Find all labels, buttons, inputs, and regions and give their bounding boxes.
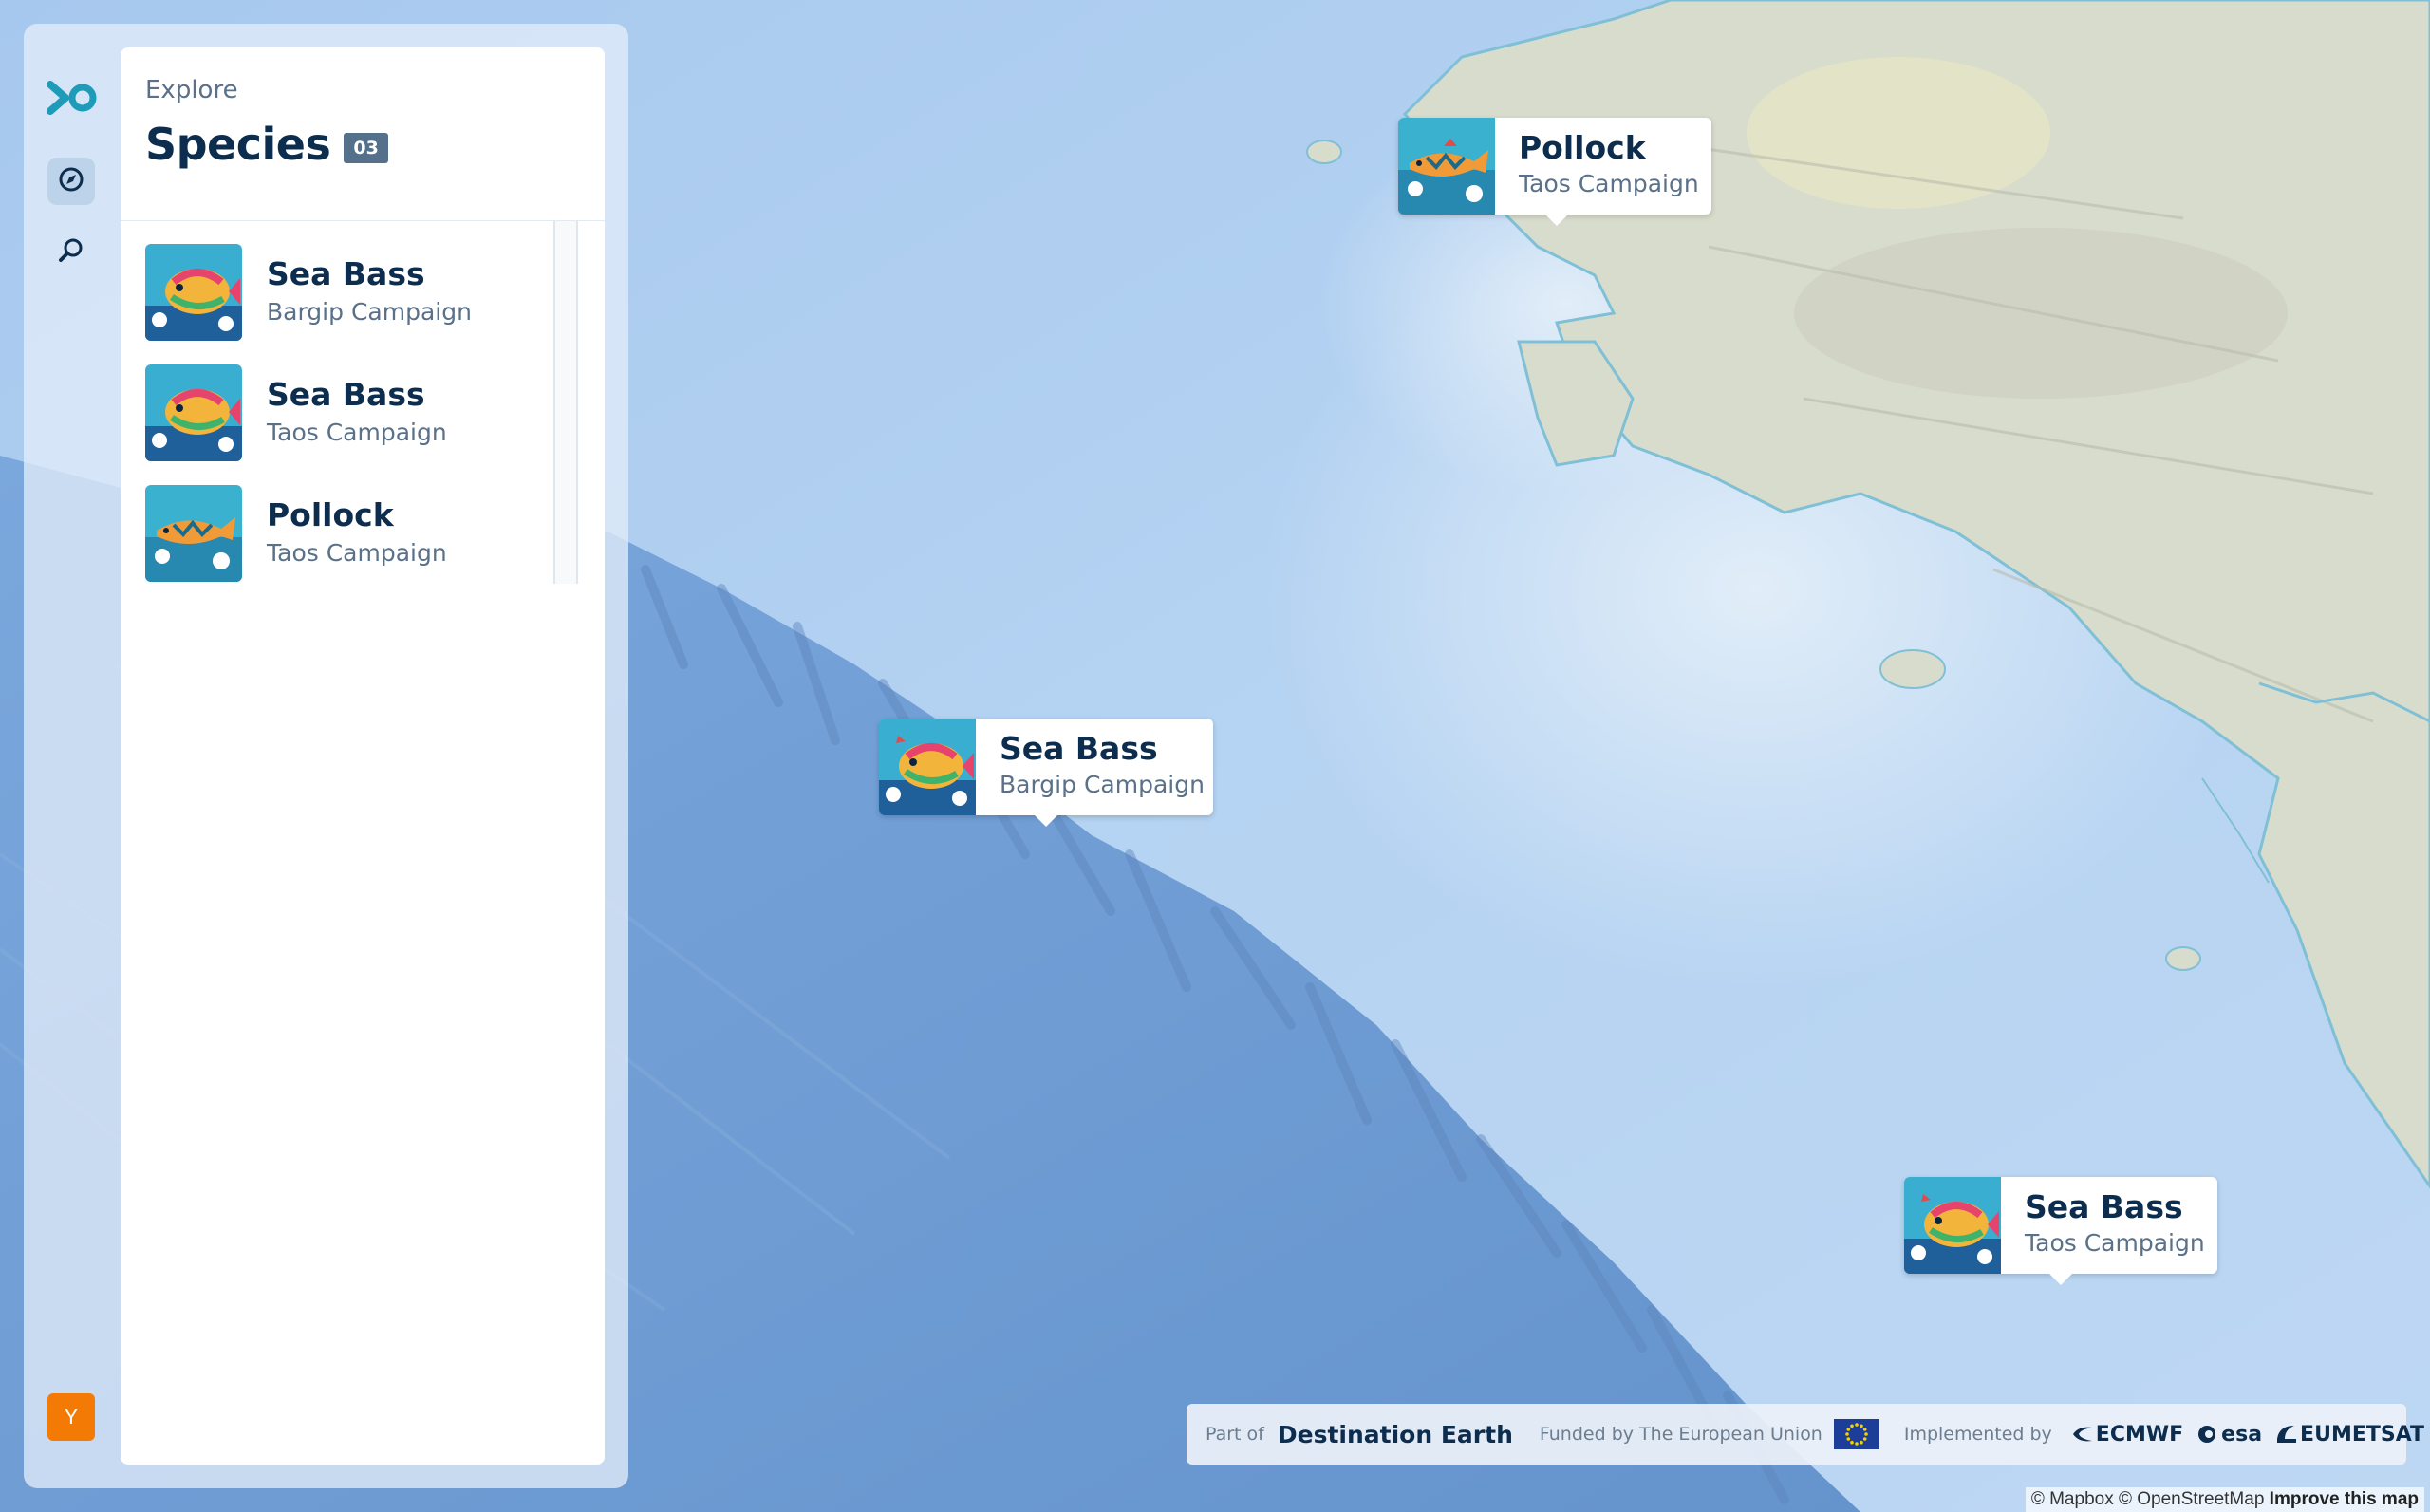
panel-title-row: Species 03 (145, 119, 388, 170)
count-badge: 03 (344, 133, 388, 163)
search-icon (58, 237, 84, 268)
eumetsat-logo[interactable]: EUMETSAT (2275, 1423, 2424, 1447)
fish-image-pollock (1398, 118, 1495, 215)
part-of-label: Part of (1206, 1424, 1264, 1445)
fish-image-pollock (145, 485, 242, 582)
esa-logo[interactable]: esa (2196, 1423, 2262, 1447)
list-scrollbar[interactable] (553, 221, 578, 584)
attribution-text[interactable]: © Mapbox © OpenStreetMap (2031, 1489, 2265, 1509)
explore-nav-button[interactable] (47, 158, 95, 205)
search-nav-button[interactable] (47, 229, 95, 276)
partner-footer: Part of Destination Earth Funded by The … (1187, 1404, 2424, 1465)
fish-image-sea-bass (1904, 1177, 2001, 1274)
improve-map-link[interactable]: Improve this map (2270, 1489, 2419, 1509)
logo-icon[interactable] (47, 77, 100, 119)
user-avatar[interactable]: Y (47, 1393, 95, 1441)
esa-label: esa (2221, 1422, 2263, 1447)
implemented-by-label: Implemented by (1903, 1424, 2052, 1445)
marker-species-name: Sea Bass (2025, 1188, 2183, 1225)
list-item[interactable]: Pollock Taos Campaign (145, 485, 553, 606)
marker-pointer (2049, 1274, 2072, 1285)
marker-pointer (1035, 815, 1057, 827)
ecmwf-logo[interactable]: ECMWF (2071, 1423, 2183, 1447)
species-list: Sea Bass Bargip Campaign Sea Bass Taos C… (145, 244, 553, 606)
map-marker-pollock[interactable]: Pollock Taos Campaign (1398, 118, 1711, 226)
marker-pointer (1545, 215, 1568, 226)
ecmwf-label: ECMWF (2095, 1422, 2184, 1447)
divider (121, 220, 605, 221)
fish-image-sea-bass (145, 364, 242, 461)
marker-species-name: Pollock (1519, 129, 1646, 166)
compass-icon (58, 166, 84, 196)
marker-campaign: Taos Campaign (2025, 1229, 2205, 1257)
map-marker-sea-bass-taos[interactable]: Sea Bass Taos Campaign (1904, 1177, 2217, 1285)
species-panel: Explore Species 03 Sea Bass Bargip Campa… (121, 47, 605, 1465)
side-panel: Y Explore Species 03 Sea Bass Bargip Cam… (24, 24, 628, 1488)
funded-by-label: Funded by The European Union (1539, 1424, 1822, 1445)
eu-flag-icon (1833, 1419, 1879, 1449)
eumetsat-label: EUMETSAT (2300, 1422, 2425, 1447)
species-name: Sea Bass (267, 255, 425, 292)
fish-image-sea-bass (879, 719, 976, 815)
map-marker-sea-bass-bargip[interactable]: Sea Bass Bargip Campaign (879, 719, 1213, 827)
panel-eyebrow: Explore (145, 76, 238, 104)
nav-rail: Y (24, 24, 121, 1488)
list-item[interactable]: Sea Bass Bargip Campaign (145, 244, 553, 364)
eumetsat-swoosh-icon (2277, 1426, 2297, 1443)
fish-image-sea-bass (145, 244, 242, 341)
esa-swoosh-icon (2198, 1426, 2216, 1443)
campaign-name: Taos Campaign (267, 419, 447, 446)
ecmwf-swoosh-icon (2072, 1427, 2092, 1442)
marker-campaign: Bargip Campaign (1000, 771, 1205, 798)
page-title: Species (145, 119, 331, 170)
species-name: Sea Bass (267, 376, 425, 413)
map-attribution: © Mapbox © OpenStreetMap Improve this ma… (2025, 1487, 2424, 1512)
list-item[interactable]: Sea Bass Taos Campaign (145, 364, 553, 485)
campaign-name: Taos Campaign (267, 539, 447, 567)
marker-campaign: Taos Campaign (1519, 170, 1699, 197)
destination-earth-link[interactable]: Destination Earth (1278, 1421, 1513, 1448)
marker-species-name: Sea Bass (1000, 730, 1158, 767)
campaign-name: Bargip Campaign (267, 298, 472, 326)
species-name: Pollock (267, 496, 394, 533)
